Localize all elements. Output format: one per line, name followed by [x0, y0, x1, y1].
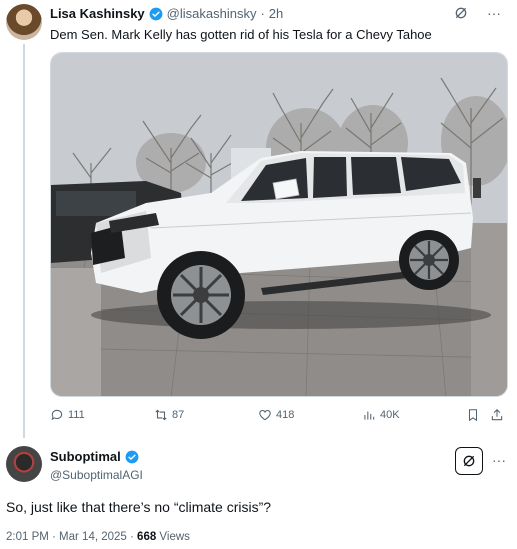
reply-header: Suboptimal: [50, 449, 139, 464]
like-button[interactable]: 418: [258, 408, 294, 422]
tweet-photo[interactable]: [50, 52, 508, 397]
reply-timestamp[interactable]: 2:01 PM · Mar 14, 2025 ·: [6, 531, 137, 543]
tweet-text: Dem Sen. Mark Kelly has gotten rid of hi…: [50, 27, 432, 42]
tweet-header: Lisa Kashinsky @lisakashinsky · 2h: [50, 6, 283, 21]
avatar-lisa-kashinsky[interactable]: [6, 4, 42, 40]
avatar-suboptimal[interactable]: [6, 446, 42, 482]
reply-meta: 2:01 PM · Mar 14, 2025 · 668 Views: [6, 531, 190, 543]
more-icon[interactable]: ···: [487, 5, 501, 21]
share-icon: [491, 409, 503, 421]
reply-count: 111: [68, 409, 85, 421]
reply-author-handle[interactable]: @SuboptimalAGI: [50, 468, 143, 482]
grok-icon[interactable]: [453, 5, 469, 21]
repost-count: 87: [172, 409, 185, 421]
bookmark-button[interactable]: [466, 408, 480, 422]
views-icon: [364, 411, 375, 420]
repost-icon: [155, 409, 167, 421]
grok-button[interactable]: [455, 447, 483, 475]
author-name[interactable]: Lisa Kashinsky: [50, 6, 145, 21]
reply-button[interactable]: 111: [50, 408, 85, 422]
views-count: 40K: [380, 409, 400, 421]
tweet-time[interactable]: 2h: [269, 6, 283, 21]
author-handle[interactable]: @lisakashinsky: [167, 6, 257, 21]
repost-button[interactable]: 87: [154, 408, 184, 422]
more-icon[interactable]: ···: [492, 452, 506, 468]
reply-icon: [51, 409, 63, 421]
bookmark-icon: [468, 409, 478, 422]
reply-author-name[interactable]: Suboptimal: [50, 449, 121, 464]
tweet-action-bar: 111 87 418 40K: [50, 408, 508, 428]
white-suv-photo: [51, 53, 507, 396]
separator-dot: ·: [260, 6, 265, 21]
reply-views-count: 668: [137, 531, 157, 543]
like-count: 418: [276, 409, 295, 421]
share-button[interactable]: [490, 408, 504, 422]
grok-icon: [463, 455, 475, 467]
reply-views-label: Views: [156, 531, 190, 543]
tweet-top-actions: ···: [453, 5, 501, 21]
thread-connector-line: [23, 44, 25, 438]
verified-badge-icon: [125, 450, 139, 463]
verified-badge-icon: [149, 7, 163, 20]
reply-text: So, just like that there’s no “climate c…: [6, 499, 272, 515]
like-icon: [259, 410, 271, 421]
views-button[interactable]: 40K: [362, 408, 400, 422]
